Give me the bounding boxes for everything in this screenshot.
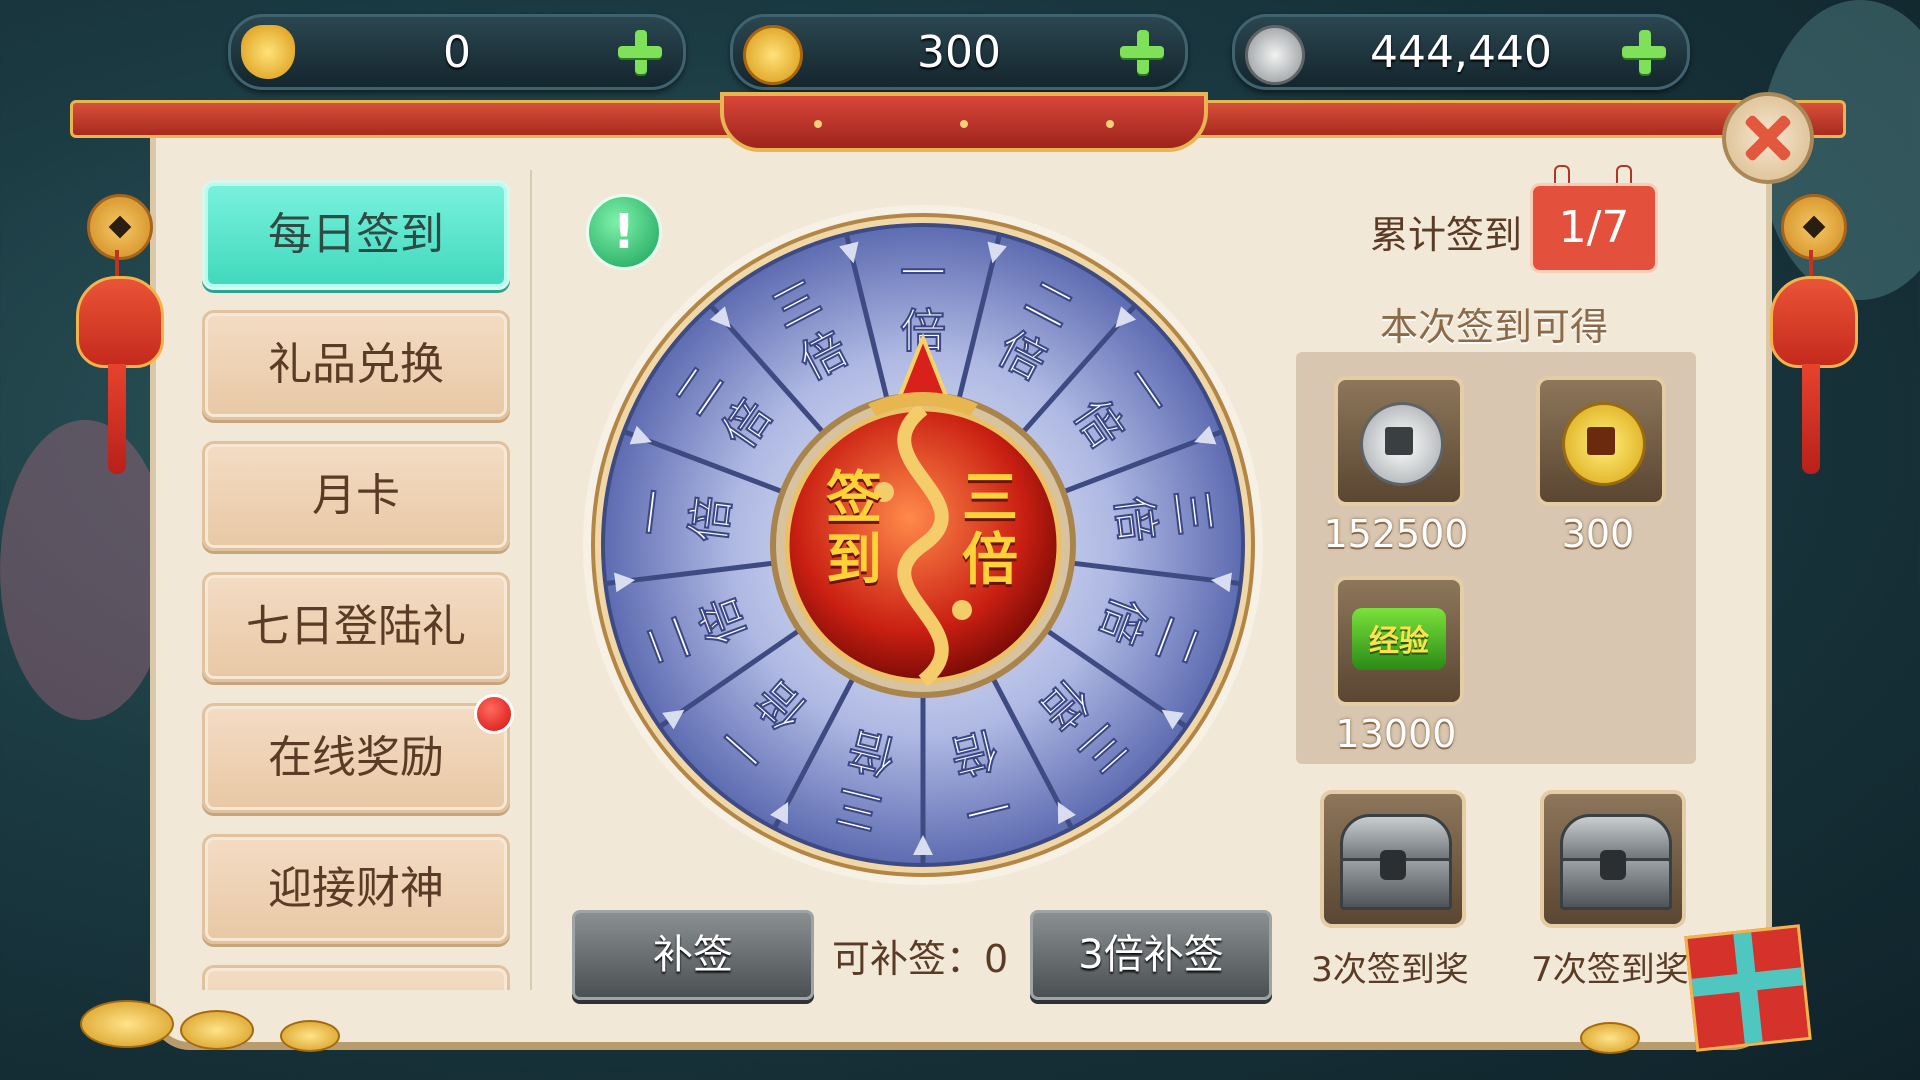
coin-knot-icon [1781,194,1847,260]
calendar-icon: 1/7 [1530,165,1658,273]
add-gold-button[interactable] [1117,27,1167,77]
gold-coin-pile-decoration [180,1010,254,1050]
coin-knot-icon [87,194,153,260]
notification-dot [474,694,514,734]
gift-box-decoration [1684,924,1812,1052]
reward-qty-experience: 13000 [1335,712,1457,756]
chest-3-day-label: 3次签到奖 [1311,950,1469,990]
background-blossom [0,420,170,720]
sidebar-item-welcome-fortune-god[interactable]: 迎接财神 [202,834,510,944]
chest-7-day[interactable] [1540,790,1686,928]
ingot-amount: 0 [443,27,471,78]
reward-slot-experience[interactable]: 经验 [1334,576,1464,706]
gold-ingot-icon [241,25,295,79]
wheel-graphic: 一倍 二倍一倍三倍二倍三倍一倍三倍一倍二倍一倍二倍三倍 [583,205,1263,885]
gold-currency-bar: 300 [730,14,1188,90]
cumulative-sign-in-label: 累计签到 [1370,213,1523,257]
reward-title: 本次签到可得 [1380,305,1609,349]
chest-7-day-label: 7次签到奖 [1531,950,1689,990]
experience-icon-label: 经验 [1369,624,1429,659]
silver-currency-bar: 444,440 [1232,14,1690,90]
chest-3-day[interactable] [1320,790,1466,928]
wheel-segment-char: 三 [1163,486,1222,538]
reward-slot-gold[interactable] [1536,376,1666,506]
sidebar-item-online-reward[interactable]: 在线奖励 [202,703,510,813]
sidebar-item-daily-sign-in[interactable]: 每日签到 [202,180,510,290]
treasure-chest-icon [1600,850,1626,880]
close-button[interactable] [1722,92,1814,184]
wheel-center-left-text: 签到 [826,466,882,593]
triple-bu-qian-button[interactable]: 3倍补签 [1030,910,1272,1000]
sign-in-wheel[interactable]: 一倍二倍一倍三倍二倍三倍一倍三倍一倍二倍一倍二倍三倍 签到 三倍 [578,200,1268,890]
add-silver-button[interactable] [1619,27,1669,77]
cumulative-sign-in-count: 1/7 [1530,183,1658,273]
wheel-segment-char: 一 [900,246,946,300]
silver-coin-icon [1245,25,1305,85]
silver-amount: 444,440 [1370,27,1552,78]
gold-coin-icon [743,25,803,85]
panel-top-ornament [720,92,1208,152]
gold-coin-pile-decoration [1580,1022,1640,1054]
sidebar-item-seven-day-login[interactable]: 七日登陆礼 [202,572,510,682]
bu-qian-remaining: 可补签：0 [832,937,1009,981]
reward-slot-silver[interactable] [1334,376,1464,506]
sidebar-item-monthly-card[interactable]: 月卡 [202,441,510,551]
treasure-chest-icon [1380,850,1406,880]
sidebar-item-gift-exchange[interactable]: 礼品兑换 [202,310,510,420]
add-ingot-button[interactable] [615,27,665,77]
reward-qty-silver: 152500 [1323,512,1469,556]
gold-coin-pile-decoration [280,1020,340,1052]
bu-qian-button[interactable]: 补签 [572,910,814,1000]
gold-coin-pile-decoration [80,1000,174,1048]
ingot-currency-bar: 0 [228,14,686,90]
reward-qty-gold: 300 [1561,512,1635,556]
wheel-segment-char: 一 [623,486,682,538]
wheel-center-right-text: 三倍 [962,466,1018,593]
gold-amount: 300 [917,27,1001,78]
sidebar-item-partial[interactable] [202,965,510,990]
wheel-segment-char: 倍 [1106,493,1165,545]
wheel-segment-char: 倍 [681,493,740,545]
activity-sidebar: 每日签到 礼品兑换 月卡 七日登陆礼 在线奖励 迎接财神 [190,170,532,990]
